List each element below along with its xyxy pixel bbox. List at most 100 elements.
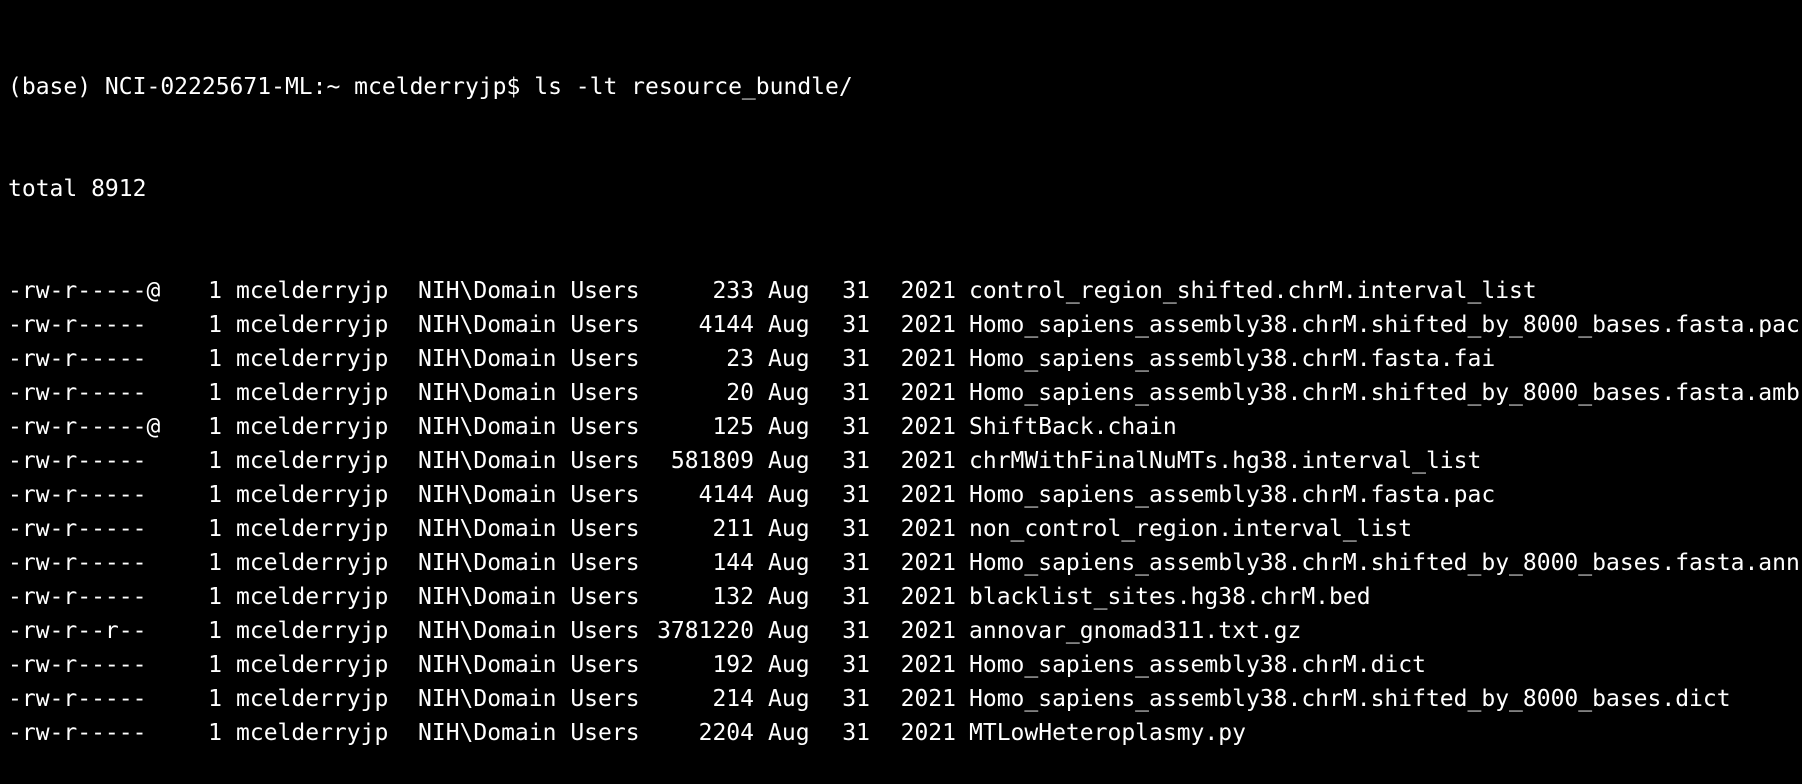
file-entry-row: -rw-r-----@ 1 mcelderryjp NIH\Domain Users 1… — [8, 410, 1802, 444]
file-group: NIH\Domain Users — [418, 720, 640, 746]
file-group: NIH\Domain Users — [418, 618, 640, 644]
link-count: 1 — [208, 550, 222, 576]
file-permissions: -rw-r-----@ — [8, 414, 161, 440]
modified-day: 31 — [842, 550, 870, 576]
file-owner: mcelderryjp — [236, 720, 389, 746]
file-owner: mcelderryjp — [236, 584, 389, 610]
file-entry-row: -rw-r----- 1 mcelderryjp NIH\Domain Users 14… — [8, 546, 1802, 580]
file-entry-row: -rw-r----- 1 mcelderryjp NIH\Domain Users 41… — [8, 308, 1802, 342]
link-count: 1 — [208, 346, 222, 372]
modified-year: 2021 — [900, 380, 956, 406]
file-owner: mcelderryjp — [236, 550, 389, 576]
modified-month: Aug — [768, 686, 810, 712]
command-line: (base) NCI-02225671-ML:~ mcelderryjp$ ls… — [8, 70, 1802, 104]
file-group: NIH\Domain Users — [418, 550, 640, 576]
file-owner: mcelderryjp — [236, 482, 389, 508]
link-count: 1 — [208, 516, 222, 542]
modified-day: 31 — [842, 686, 870, 712]
file-group: NIH\Domain Users — [418, 482, 640, 508]
file-size: 581809 — [670, 448, 754, 474]
modified-day: 31 — [842, 720, 870, 746]
file-owner: mcelderryjp — [236, 414, 389, 440]
terminal-window[interactable]: (base) NCI-02225671-ML:~ mcelderryjp$ ls… — [0, 0, 1802, 746]
modified-year: 2021 — [900, 720, 956, 746]
link-count: 1 — [208, 278, 222, 304]
file-permissions: -rw-r----- — [8, 448, 147, 474]
file-entry-row: -rw-r----- 1 mcelderryjp NIH\Domain Users 21… — [8, 682, 1802, 716]
file-group: NIH\Domain Users — [418, 346, 640, 372]
file-name: chrMWithFinalNuMTs.hg38.interval_list — [969, 448, 1482, 474]
file-size: 3781220 — [657, 618, 754, 644]
file-owner: mcelderryjp — [236, 686, 389, 712]
file-owner: mcelderryjp — [236, 618, 389, 644]
modified-year: 2021 — [900, 618, 956, 644]
file-size: 23 — [726, 346, 754, 372]
modified-month: Aug — [768, 652, 810, 678]
modified-month: Aug — [768, 278, 810, 304]
file-name: non_control_region.interval_list — [969, 516, 1413, 542]
file-name: MTLowHeteroplasmy.py — [969, 720, 1246, 746]
file-size: 192 — [712, 652, 754, 678]
file-name: Homo_sapiens_assembly38.chrM.shifted_by_… — [969, 686, 1731, 712]
file-group: NIH\Domain Users — [418, 278, 640, 304]
file-name: Homo_sapiens_assembly38.chrM.fasta.pac — [969, 482, 1496, 508]
modified-month: Aug — [768, 516, 810, 542]
modified-month: Aug — [768, 414, 810, 440]
file-permissions: -rw-r----- — [8, 686, 147, 712]
link-count: 1 — [208, 618, 222, 644]
modified-year: 2021 — [900, 312, 956, 338]
file-entry-row: -rw-r----- 1 mcelderryjp NIH\Domain Users 58… — [8, 444, 1802, 478]
file-entry-row: -rw-r----- 1 mcelderryjp NIH\Domain Users 41… — [8, 478, 1802, 512]
modified-year: 2021 — [900, 482, 956, 508]
modified-year: 2021 — [900, 686, 956, 712]
file-group: NIH\Domain Users — [418, 652, 640, 678]
file-entry-row: -rw-r----- 1 mcelderryjp NIH\Domain Users 21… — [8, 512, 1802, 546]
file-name: Homo_sapiens_assembly38.chrM.dict — [969, 652, 1426, 678]
file-permissions: -rw-r-----@ — [8, 278, 161, 304]
modified-month: Aug — [768, 584, 810, 610]
link-count: 1 — [208, 686, 222, 712]
link-count: 1 — [208, 584, 222, 610]
modified-year: 2021 — [900, 346, 956, 372]
modified-day: 31 — [842, 380, 870, 406]
file-owner: mcelderryjp — [236, 312, 389, 338]
file-size: 211 — [712, 516, 754, 542]
file-permissions: -rw-r----- — [8, 482, 147, 508]
modified-month: Aug — [768, 448, 810, 474]
file-entry-row: -rw-r----- 1 mcelderryjp NIH\Domain Users 22… — [8, 716, 1802, 750]
file-size: 20 — [726, 380, 754, 406]
file-owner: mcelderryjp — [236, 652, 389, 678]
file-permissions: -rw-r--r-- — [8, 618, 147, 644]
file-name: control_region_shifted.chrM.interval_lis… — [969, 278, 1537, 304]
file-entry-row: -rw-r--r-- 1 mcelderryjp NIH\Domain Users 37… — [8, 614, 1802, 648]
modified-year: 2021 — [900, 516, 956, 542]
modified-month: Aug — [768, 346, 810, 372]
link-count: 1 — [208, 312, 222, 338]
file-owner: mcelderryjp — [236, 380, 389, 406]
file-name: Homo_sapiens_assembly38.chrM.shifted_by_… — [969, 550, 1800, 576]
file-permissions: -rw-r----- — [8, 312, 147, 338]
file-entry-row: -rw-r----- 1 mcelderryjp NIH\Domain Users 23… — [8, 342, 1802, 376]
file-size: 2204 — [698, 720, 754, 746]
modified-day: 31 — [842, 346, 870, 372]
file-size: 214 — [712, 686, 754, 712]
modified-day: 31 — [842, 278, 870, 304]
modified-month: Aug — [768, 312, 810, 338]
file-size: 132 — [712, 584, 754, 610]
file-name: Homo_sapiens_assembly38.chrM.fasta.fai — [969, 346, 1496, 372]
file-size: 233 — [712, 278, 754, 304]
modified-month: Aug — [768, 482, 810, 508]
link-count: 1 — [208, 414, 222, 440]
link-count: 1 — [208, 380, 222, 406]
modified-month: Aug — [768, 720, 810, 746]
modified-year: 2021 — [900, 584, 956, 610]
file-name: ShiftBack.chain — [969, 414, 1177, 440]
modified-day: 31 — [842, 312, 870, 338]
file-entry-row: -rw-r----- 1 mcelderryjp NIH\Domain Users 13… — [8, 580, 1802, 614]
file-listing: -rw-r-----@ 1 mcelderryjp NIH\Domain Users 2… — [8, 274, 1802, 750]
file-entry-row: -rw-r-----@ 1 mcelderryjp NIH\Domain Users 2… — [8, 274, 1802, 308]
file-owner: mcelderryjp — [236, 516, 389, 542]
modified-day: 31 — [842, 414, 870, 440]
file-permissions: -rw-r----- — [8, 516, 147, 542]
file-group: NIH\Domain Users — [418, 516, 640, 542]
